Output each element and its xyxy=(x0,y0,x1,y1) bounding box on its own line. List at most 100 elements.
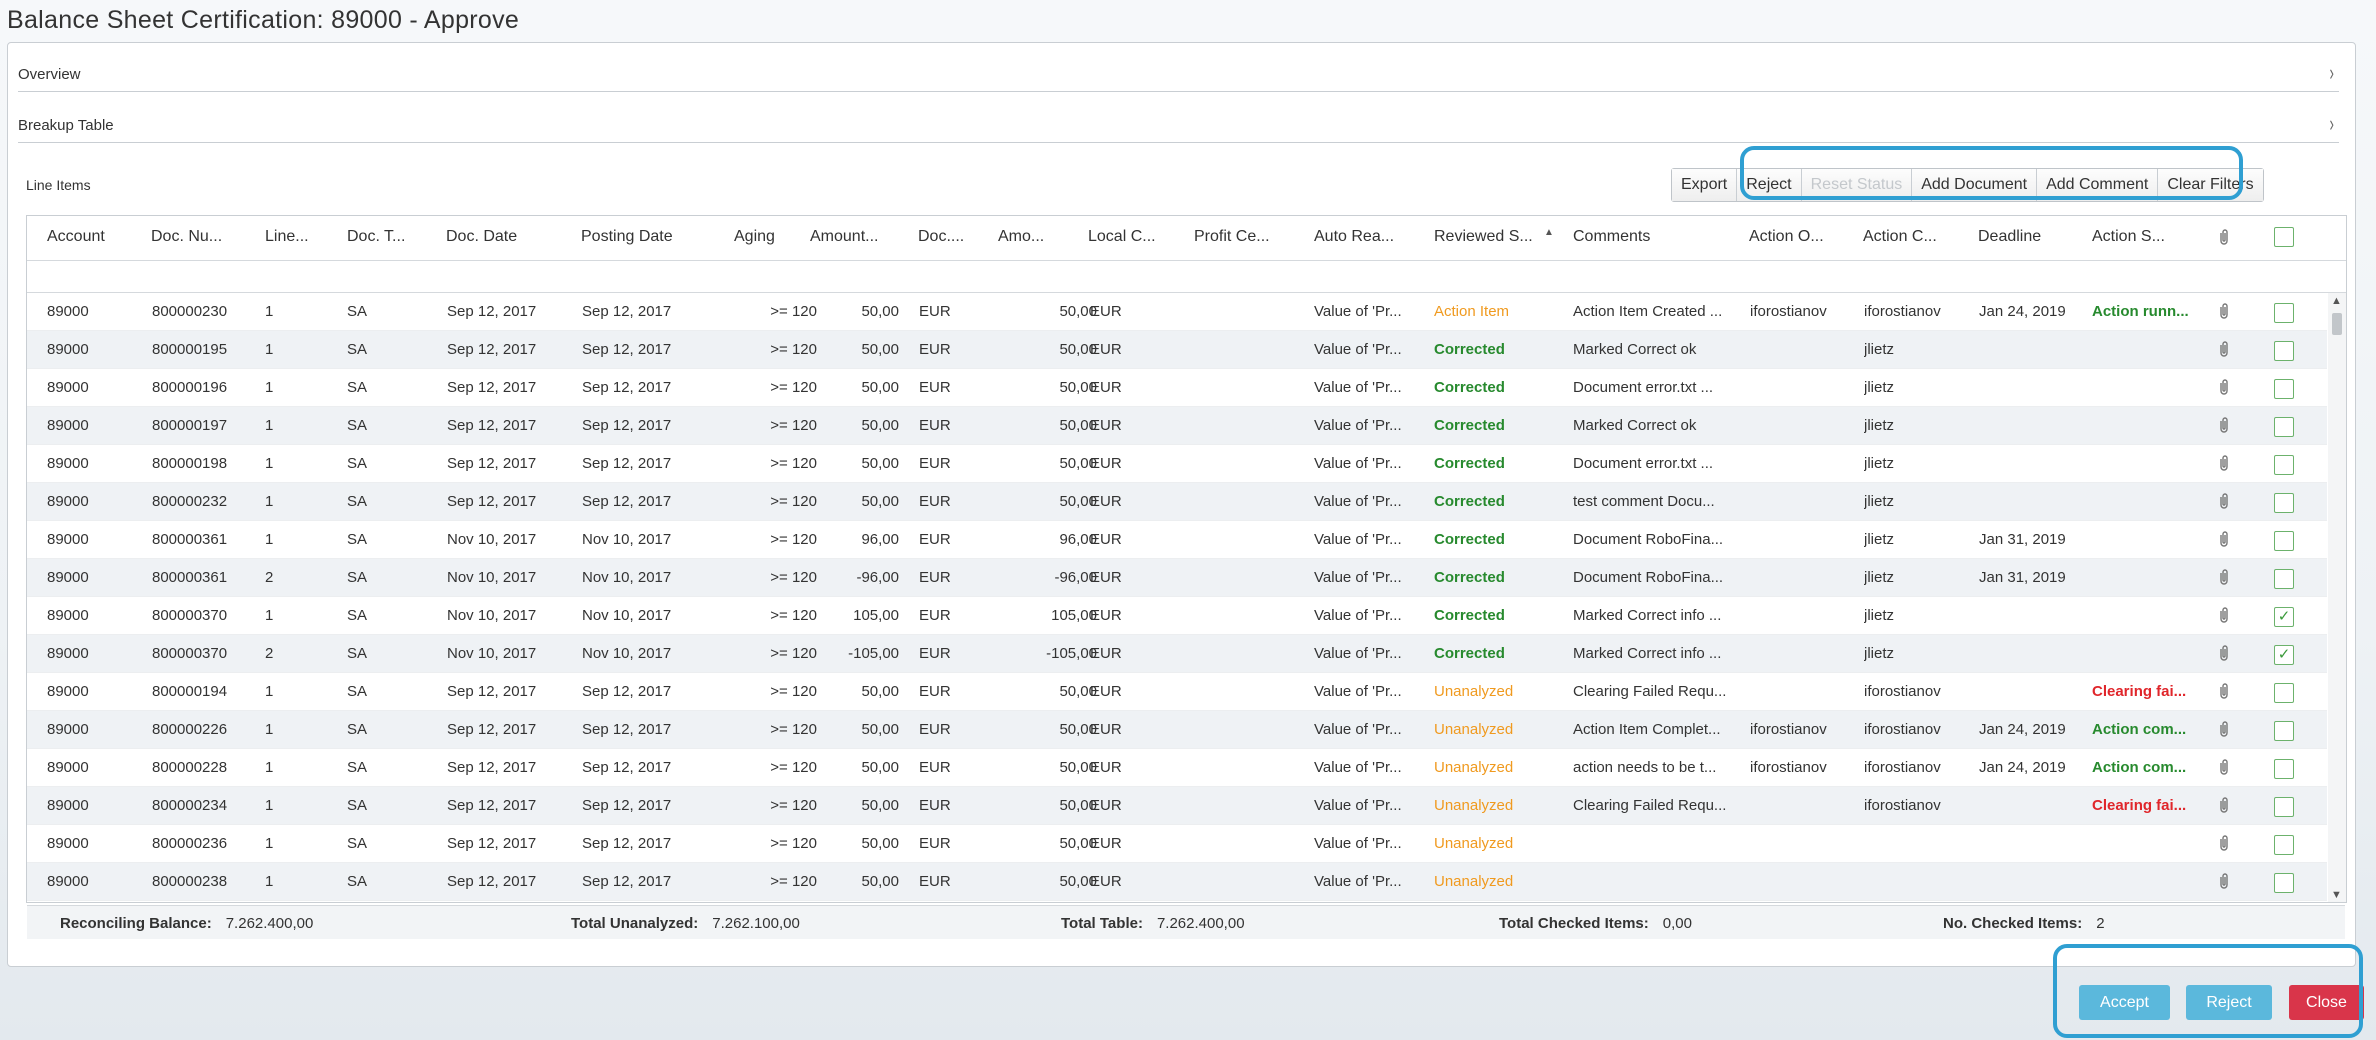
scrollbar-thumb[interactable] xyxy=(2332,313,2342,335)
table-row[interactable]: 89000 800000232 1 SA Sep 12, 2017 Sep 12, 201… xyxy=(27,483,2327,521)
cell-action-o: iforostianov xyxy=(1750,721,1827,738)
column-header[interactable]: Comments xyxy=(1573,228,1683,246)
row-checkbox[interactable] xyxy=(2274,455,2294,475)
column-header[interactable]: Account xyxy=(47,228,127,246)
column-header[interactable]: Action O... xyxy=(1749,228,1844,246)
column-header[interactable]: Posting Date xyxy=(581,228,701,246)
table-row[interactable]: 89000 800000370 2 SA Nov 10, 2017 Nov 10, 201… xyxy=(27,635,2327,673)
paperclip-icon[interactable] xyxy=(2217,454,2231,477)
paperclip-icon[interactable] xyxy=(2217,530,2231,553)
table-row[interactable]: 89000 800000236 1 SA Sep 12, 2017 Sep 12, 201… xyxy=(27,825,2327,863)
table-row[interactable]: 89000 800000228 1 SA Sep 12, 2017 Sep 12, 201… xyxy=(27,749,2327,787)
cell-action-c: iforostianov xyxy=(1864,721,1941,738)
column-header[interactable]: Doc. T... xyxy=(347,228,417,246)
column-header[interactable]: Local C... xyxy=(1088,228,1168,246)
table-row[interactable]: 89000 800000198 1 SA Sep 12, 2017 Sep 12, 201… xyxy=(27,445,2327,483)
paperclip-icon[interactable] xyxy=(2217,682,2231,705)
cell-doc: 800000197 xyxy=(152,417,228,434)
column-header[interactable]: Aging xyxy=(734,228,794,246)
cell-account: 89000 xyxy=(47,645,89,662)
cell-reviewed: Corrected xyxy=(1434,455,1505,472)
paperclip-icon[interactable] xyxy=(2217,834,2231,857)
table-row[interactable]: 89000 800000194 1 SA Sep 12, 2017 Sep 12, 201… xyxy=(27,673,2327,711)
cell-amo: 50,00 xyxy=(1059,455,1097,472)
table-row[interactable]: 89000 800000197 1 SA Sep 12, 2017 Sep 12, 201… xyxy=(27,407,2327,445)
column-header[interactable]: Line... xyxy=(265,228,323,246)
column-header[interactable]: Auto Rea... xyxy=(1314,228,1409,246)
paperclip-icon[interactable] xyxy=(2217,796,2231,819)
cell-action-s: Clearing fai... xyxy=(2092,683,2187,700)
table-row[interactable]: 89000 800000361 1 SA Nov 10, 2017 Nov 10, 201… xyxy=(27,521,2327,559)
reconciling-balance: Reconciling Balance: 7.262.400,00 xyxy=(60,915,313,932)
paperclip-icon[interactable] xyxy=(2217,492,2231,515)
select-all-checkbox[interactable] xyxy=(2274,227,2294,247)
row-checkbox[interactable] xyxy=(2274,303,2294,323)
overview-section[interactable]: Overview › xyxy=(18,42,2339,92)
column-header[interactable]: Amo... xyxy=(998,228,1053,246)
table-row[interactable]: 89000 800000370 1 SA Nov 10, 2017 Nov 10, 201… xyxy=(27,597,2327,635)
filter-row[interactable] xyxy=(27,261,2346,293)
row-checkbox[interactable] xyxy=(2274,797,2294,817)
cell-account: 89000 xyxy=(47,341,89,358)
cell-account: 89000 xyxy=(47,417,89,434)
row-checkbox[interactable] xyxy=(2274,873,2294,893)
row-checkbox[interactable] xyxy=(2274,493,2294,513)
paperclip-icon[interactable] xyxy=(2217,606,2231,629)
row-checkbox[interactable] xyxy=(2274,835,2294,855)
cell-local: EUR xyxy=(1090,531,1122,548)
column-header[interactable]: Reviewed S... xyxy=(1434,228,1544,246)
paperclip-icon[interactable] xyxy=(2217,378,2231,401)
cell-line: 1 xyxy=(265,379,274,396)
cell-doc: 800000370 xyxy=(152,607,228,624)
row-checkbox[interactable] xyxy=(2274,569,2294,589)
chevron-right-icon[interactable]: › xyxy=(2329,60,2333,86)
breakup-table-section[interactable]: Breakup Table › xyxy=(18,93,2339,143)
row-checkbox[interactable]: ✓ xyxy=(2274,607,2294,627)
paperclip-icon[interactable] xyxy=(2217,720,2231,743)
paperclip-icon[interactable] xyxy=(2217,228,2237,251)
table-row[interactable]: 89000 800000238 1 SA Sep 12, 2017 Sep 12, 201… xyxy=(27,863,2327,901)
column-header[interactable]: Profit Ce... xyxy=(1194,228,1289,246)
table-row[interactable]: 89000 800000195 1 SA Sep 12, 2017 Sep 12, 201… xyxy=(27,331,2327,369)
total-table: Total Table: 7.262.400,00 xyxy=(1061,915,1245,932)
column-header[interactable]: Action C... xyxy=(1863,228,1958,246)
table-row[interactable]: 89000 800000226 1 SA Sep 12, 2017 Sep 12, 201… xyxy=(27,711,2327,749)
row-checkbox[interactable] xyxy=(2274,341,2294,361)
paperclip-icon[interactable] xyxy=(2217,340,2231,363)
paperclip-icon[interactable] xyxy=(2217,872,2231,895)
sort-ascending-icon[interactable]: ▲ xyxy=(1544,227,1554,238)
line-items-table: Account Doc. Nu... Line... Doc. T... Doc… xyxy=(26,215,2347,903)
column-header[interactable]: Doc.... xyxy=(918,228,973,246)
table-row[interactable]: 89000 800000234 1 SA Sep 12, 2017 Sep 12, 201… xyxy=(27,787,2327,825)
scroll-up-icon[interactable]: ▲ xyxy=(2331,295,2342,307)
cell-action-c: jlietz xyxy=(1864,417,1895,434)
paperclip-icon[interactable] xyxy=(2217,302,2231,325)
row-checkbox[interactable] xyxy=(2274,417,2294,437)
row-checkbox[interactable] xyxy=(2274,379,2294,399)
table-row[interactable]: 89000 800000196 1 SA Sep 12, 2017 Sep 12, 201… xyxy=(27,369,2327,407)
row-checkbox[interactable] xyxy=(2274,759,2294,779)
column-header[interactable]: Deadline xyxy=(1978,228,2073,246)
table-row[interactable]: 89000 800000230 1 SA Sep 12, 2017 Sep 12, 201… xyxy=(27,293,2327,331)
paperclip-icon[interactable] xyxy=(2217,758,2231,781)
column-header[interactable]: Doc. Date xyxy=(446,228,546,246)
table-row[interactable]: 89000 800000361 2 SA Nov 10, 2017 Nov 10, 201… xyxy=(27,559,2327,597)
row-checkbox[interactable] xyxy=(2274,721,2294,741)
column-header[interactable]: Doc. Nu... xyxy=(151,228,239,246)
row-checkbox[interactable] xyxy=(2274,531,2294,551)
export-button[interactable]: Export xyxy=(1672,169,1738,201)
chevron-right-icon[interactable]: › xyxy=(2329,111,2333,137)
paperclip-icon[interactable] xyxy=(2217,416,2231,439)
cell-action-c: jlietz xyxy=(1864,455,1895,472)
paperclip-icon[interactable] xyxy=(2217,568,2231,591)
cell-local: EUR xyxy=(1090,873,1122,890)
cell-reviewed: Unanalyzed xyxy=(1434,683,1514,700)
paperclip-icon[interactable] xyxy=(2217,644,2231,667)
column-header[interactable]: Action S... xyxy=(2092,228,2187,246)
scroll-down-icon[interactable]: ▼ xyxy=(2331,889,2342,901)
column-header[interactable]: Amount... xyxy=(810,228,900,246)
row-checkbox[interactable]: ✓ xyxy=(2274,645,2294,665)
cell-auto: Value of 'Pr... xyxy=(1314,455,1402,472)
row-checkbox[interactable] xyxy=(2274,683,2294,703)
vertical-scrollbar[interactable]: ▲ ▼ xyxy=(2328,293,2346,902)
